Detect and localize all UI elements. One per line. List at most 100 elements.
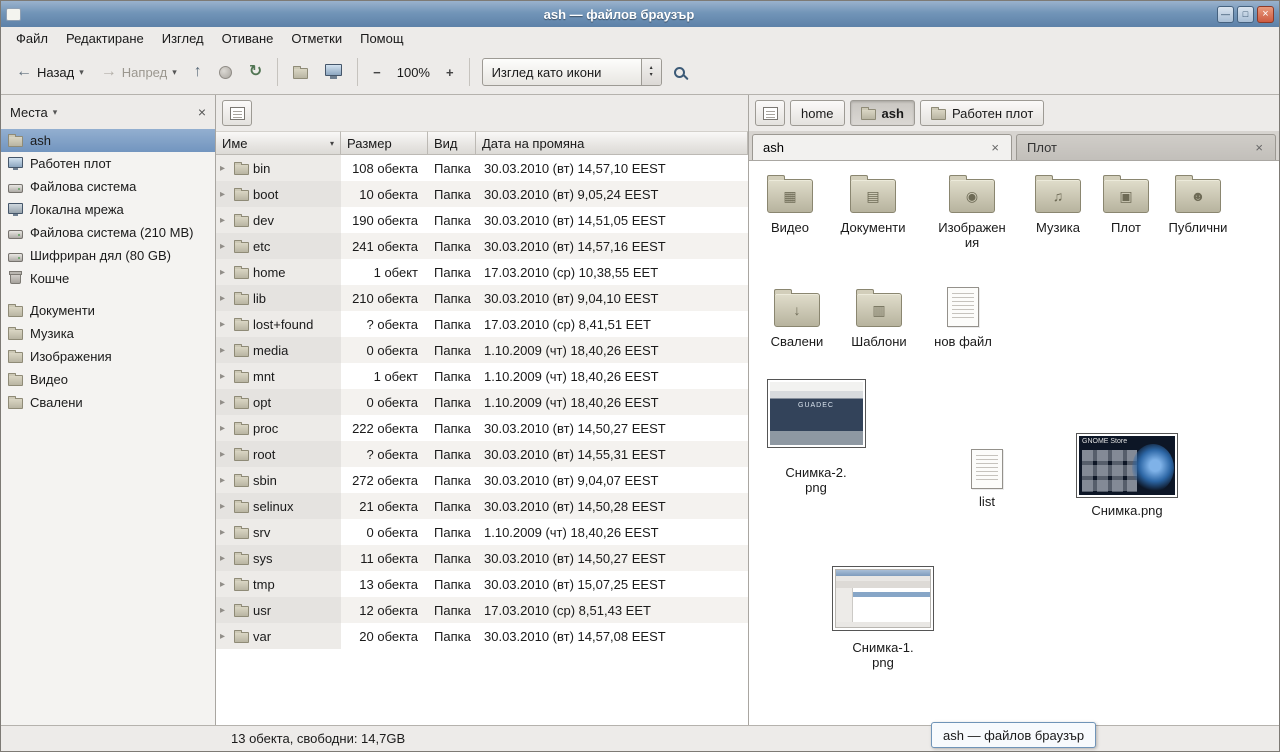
file-row[interactable]: ▸ lib 210 обекта Папка 30.03.2010 (вт) 9… [216,285,748,311]
folder-item-music[interactable]: ♫ Музика [1025,169,1091,236]
expander-icon[interactable]: ▸ [220,501,230,512]
tab-close-icon[interactable]: × [989,140,1001,155]
sidebar-item[interactable]: Свалени [1,391,215,414]
toggle-location-entry-button[interactable] [222,100,252,126]
file-row[interactable]: ▸ boot 10 обекта Папка 30.03.2010 (вт) 9… [216,181,748,207]
expander-icon[interactable]: ▸ [220,397,230,408]
tab-desktop[interactable]: Плот × [1016,134,1276,160]
folder-item-downloads[interactable]: ↓ Свалени [763,283,831,350]
file-row[interactable]: ▸ usr 12 обекта Папка 17.03.2010 (ср) 8,… [216,597,748,623]
titlebar[interactable]: ash — файлов браузър — □ × [1,1,1279,27]
folder-item-pictures[interactable]: ◉ Изображения [933,169,1011,250]
expander-icon[interactable]: ▸ [220,579,230,590]
file-row[interactable]: ▸ srv 0 обекта Папка 1.10.2009 (чт) 18,4… [216,519,748,545]
back-button[interactable]: ← Назад ▾ [9,58,91,86]
menu-item[interactable]: Помощ [351,28,412,49]
file-row[interactable]: ▸ opt 0 обекта Папка 1.10.2009 (чт) 18,4… [216,389,748,415]
sidebar-item[interactable]: Файлова система (210 MB) [1,221,215,244]
icon-view[interactable]: ▦ Видео ▤ Документи ◉ Изображения ♫ Музи… [749,161,1279,725]
sidebar-item[interactable]: Музика [1,322,215,345]
sidebar-item[interactable]: Кошче [1,267,215,290]
expander-icon[interactable]: ▸ [220,163,230,174]
close-button[interactable]: × [1257,6,1274,23]
sidebar-item[interactable]: Документи [1,299,215,322]
sidebar-item[interactable]: Файлова система [1,175,215,198]
file-row[interactable]: ▸ selinux 21 обекта Папка 30.03.2010 (вт… [216,493,748,519]
up-button[interactable]: ↑ [187,58,209,86]
menu-item[interactable]: Изглед [153,28,213,49]
file-row[interactable]: ▸ home 1 обект Папка 17.03.2010 (ср) 10,… [216,259,748,285]
menu-item[interactable]: Отиване [213,28,283,49]
file-row[interactable]: ▸ etc 241 обекта Папка 30.03.2010 (вт) 1… [216,233,748,259]
expander-icon[interactable]: ▸ [220,553,230,564]
maximize-button[interactable]: □ [1237,6,1254,23]
back-history-icon[interactable]: ▾ [79,67,84,78]
home-button[interactable] [286,60,315,85]
tab-close-icon[interactable]: × [1253,140,1265,155]
file-row[interactable]: ▸ var 20 обекта Папка 30.03.2010 (вт) 14… [216,623,748,649]
sidebar-item[interactable]: Локална мрежа [1,198,215,221]
computer-button[interactable] [318,58,349,86]
column-header-name[interactable]: Име ▾ [216,131,341,155]
sidebar-item[interactable]: Работен плот [1,152,215,175]
menu-item[interactable]: Отметки [282,28,351,49]
file-row[interactable]: ▸ proc 222 обекта Папка 30.03.2010 (вт) … [216,415,748,441]
folder-item-public[interactable]: ☻ Публични [1163,169,1233,236]
expander-icon[interactable]: ▸ [220,267,230,278]
menu-item[interactable]: Редактиране [57,28,153,49]
tab-ash[interactable]: ash × [752,134,1012,160]
expander-icon[interactable]: ▸ [220,423,230,434]
expander-icon[interactable]: ▸ [220,215,230,226]
breadcrumb-desktop[interactable]: Работен плот [920,100,1044,126]
file-item-snimka-2[interactable]: GUADEC Снимка-2.png [764,379,868,495]
sidebar-item[interactable]: Изображения [1,345,215,368]
expander-icon[interactable]: ▸ [220,527,230,538]
forward-history-icon[interactable]: ▾ [172,67,177,78]
sidebar-item[interactable]: ash [1,129,215,152]
menu-item[interactable]: Файл [7,28,57,49]
sidebar-item[interactable]: Видео [1,368,215,391]
minimize-button[interactable]: — [1217,6,1234,23]
expander-icon[interactable]: ▸ [220,631,230,642]
places-dropdown-icon[interactable]: ▾ [53,107,58,118]
expander-icon[interactable]: ▸ [220,475,230,486]
forward-button[interactable]: → Напред ▾ [94,58,184,86]
breadcrumb-home[interactable]: home [790,100,845,126]
file-row[interactable]: ▸ tmp 13 обекта Папка 30.03.2010 (вт) 15… [216,571,748,597]
file-row[interactable]: ▸ mnt 1 обект Папка 1.10.2009 (чт) 18,40… [216,363,748,389]
expander-icon[interactable]: ▸ [220,605,230,616]
file-row[interactable]: ▸ sbin 272 обекта Папка 30.03.2010 (вт) … [216,467,748,493]
breadcrumb-ash[interactable]: ash [850,100,915,126]
expander-icon[interactable]: ▸ [220,319,230,330]
folder-item-templates[interactable]: ▥ Шаблони [845,283,913,350]
view-mode-select[interactable]: Изглед като икони ▴ ▾ [482,58,662,86]
sidebar-item[interactable]: Шифриран дял (80 GB) [1,244,215,267]
folder-item-desktop[interactable]: ▣ Плот [1093,169,1159,236]
zoom-out-button[interactable]: − [366,59,388,86]
file-row[interactable]: ▸ root ? обекта Папка 30.03.2010 (вт) 14… [216,441,748,467]
column-header-type[interactable]: Вид [428,131,476,155]
stop-button[interactable] [212,60,239,85]
expander-icon[interactable]: ▸ [220,371,230,382]
search-button[interactable] [665,59,696,86]
toggle-location-entry-button[interactable] [755,100,785,126]
expander-icon[interactable]: ▸ [220,449,230,460]
folder-item-video[interactable]: ▦ Видео [757,169,823,236]
spinner-icons[interactable]: ▴ ▾ [641,59,661,85]
expander-icon[interactable]: ▸ [220,241,230,252]
expander-icon[interactable]: ▸ [220,189,230,200]
expander-icon[interactable]: ▸ [220,293,230,304]
file-item-list[interactable]: list [955,449,1019,510]
file-row[interactable]: ▸ sys 11 обекта Папка 30.03.2010 (вт) 14… [216,545,748,571]
file-row[interactable]: ▸ bin 108 обекта Папка 30.03.2010 (вт) 1… [216,155,748,181]
file-row[interactable]: ▸ media 0 обекта Папка 1.10.2009 (чт) 18… [216,337,748,363]
file-row[interactable]: ▸ lost+found ? обекта Папка 17.03.2010 (… [216,311,748,337]
file-item-snimka-1[interactable]: Снимка-1.png [831,566,935,670]
sidebar-close-icon[interactable]: × [198,104,206,120]
reload-button[interactable]: ↻ [242,58,269,86]
file-item-snimka[interactable]: GNOME Store Снимка.png [1075,433,1179,519]
column-header-size[interactable]: Размер [341,131,428,155]
column-header-date[interactable]: Дата на промяна [476,131,748,155]
expander-icon[interactable]: ▸ [220,345,230,356]
zoom-in-button[interactable]: + [439,59,461,86]
